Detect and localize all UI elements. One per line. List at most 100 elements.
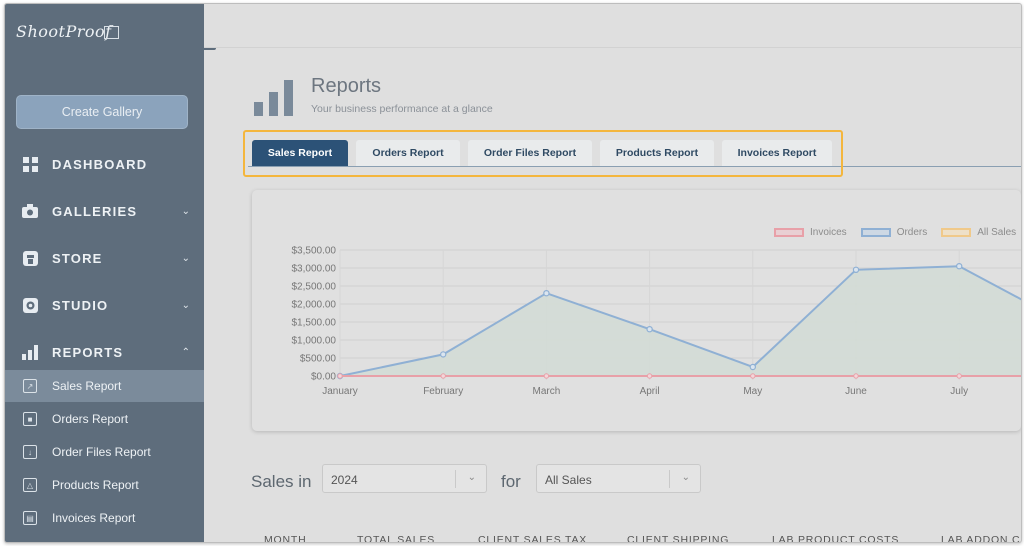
x-tick-label: March	[533, 386, 561, 397]
tabs-divider	[248, 166, 1021, 167]
y-tick-label: $500.00	[300, 354, 337, 365]
invoices-point	[646, 373, 653, 379]
nav-label-studio: STUDIO	[52, 297, 109, 313]
legend-label-orders: Orders	[896, 227, 928, 238]
reports-header-icon	[254, 80, 296, 121]
chevron-down-icon: ⌄	[181, 205, 190, 217]
sidebar-item-sales-report[interactable]: ↗ Sales Report	[5, 370, 204, 402]
nav-item-galleries[interactable]: GALLERIES ⌄	[5, 195, 204, 227]
sidebar-item-label: Sales Report	[52, 379, 122, 393]
chevron-up-icon: ⌃	[181, 346, 190, 358]
y-tick-label: $3,000.00	[292, 264, 337, 275]
fullscreen-icon[interactable]	[104, 26, 119, 39]
brand-logo[interactable]: ShootProof	[16, 22, 112, 41]
table-header-month[interactable]: MONTH	[264, 534, 307, 542]
sidebar-item-label: Products Report	[52, 478, 139, 492]
sidebar-item-label: Orders Report	[52, 412, 129, 426]
y-tick-label: $3,500.00	[292, 246, 337, 257]
nav-label-dashboard: DASHBOARD	[52, 156, 148, 172]
tab-sales-report[interactable]: Sales Report	[252, 140, 348, 166]
orders-point	[749, 363, 757, 371]
x-tick-label: January	[322, 386, 358, 397]
products-icon: △	[23, 478, 37, 492]
year-select[interactable]: 2024 ⌄	[322, 464, 487, 493]
orders-point	[646, 325, 653, 333]
x-tick-label: May	[743, 386, 762, 397]
nav-item-dashboard[interactable]: DASHBOARD	[5, 148, 204, 180]
cart-icon: ■	[23, 412, 37, 426]
y-tick-label: $1,000.00	[292, 336, 337, 347]
chart-legend: Invoices Orders All Sales	[774, 227, 1016, 238]
legend-swatch-orders[interactable]	[860, 228, 891, 237]
download-icon: ↓	[23, 445, 37, 459]
sidebar-item-orders-report[interactable]: ■ Orders Report	[5, 403, 204, 435]
dashboard-icon	[22, 156, 38, 172]
sidebar-item-invoices-report[interactable]: ▤ Invoices Report	[5, 502, 204, 534]
select-divider	[669, 470, 670, 488]
orders-point	[852, 266, 860, 273]
legend-swatch-all-sales[interactable]	[941, 228, 972, 237]
table-header-total-sales[interactable]: TOTAL SALES	[357, 534, 435, 542]
invoices-point	[543, 373, 550, 379]
tab-order-files-report[interactable]: Order Files Report	[468, 140, 592, 166]
page-title: Reports	[311, 75, 382, 97]
app-window: ShootProof Create Gallery DASHBOARD GALL…	[4, 3, 1022, 543]
sidebar-item-order-files-report[interactable]: ↓ Order Files Report	[5, 436, 204, 468]
chevron-down-icon: ⌄	[467, 472, 476, 483]
orders-point	[439, 351, 447, 358]
legend-label-all-sales: All Sales	[977, 227, 1017, 238]
create-gallery-button[interactable]: Create Gallery	[16, 95, 188, 129]
nav-label-reports: REPORTS	[52, 344, 124, 360]
table-header-client-shipping[interactable]: CLIENT SHIPPING	[627, 534, 729, 542]
for-label: for	[501, 472, 521, 491]
page-subtitle: Your business performance at a glance	[311, 103, 493, 115]
camera-icon	[22, 203, 38, 219]
x-tick-label: June	[845, 386, 867, 397]
x-tick-label: April	[640, 386, 660, 397]
sidebar-item-label: Invoices Report	[52, 511, 136, 525]
sales-in-label: Sales in	[251, 472, 312, 491]
sidebar-item-label: Order Files Report	[52, 445, 151, 459]
chevron-down-icon: ⌄	[681, 472, 690, 483]
invoices-point	[337, 373, 343, 379]
sales-type-select-value: All Sales	[545, 473, 592, 487]
invoices-point	[853, 373, 859, 379]
invoice-icon: ▤	[23, 511, 37, 525]
sales-chart: $0.00 $500.00 $1,000.00 $1,500.00 $2,000.00 $…	[292, 246, 1021, 397]
x-tick-label: February	[423, 386, 463, 397]
tab-invoices-report[interactable]: Invoices Report	[722, 140, 832, 166]
invoices-point	[440, 373, 446, 379]
sales-type-select[interactable]: All Sales ⌄	[536, 464, 701, 493]
invoices-point	[956, 373, 962, 379]
orders-point	[543, 290, 550, 297]
nav-item-store[interactable]: STORE ⌄	[5, 242, 204, 274]
studio-icon	[22, 297, 38, 313]
x-tick-label: July	[950, 386, 968, 397]
table-header-lab-addon[interactable]: LAB ADDON C	[941, 534, 1020, 542]
chevron-down-icon: ⌄	[181, 299, 190, 311]
top-bar	[204, 4, 1021, 48]
table-header-lab-product-costs[interactable]: LAB PRODUCT COSTS	[772, 534, 899, 542]
legend-swatch-invoices[interactable]	[774, 228, 804, 237]
select-divider	[455, 470, 456, 488]
year-select-value: 2024	[331, 473, 358, 487]
y-tick-label: $0.00	[311, 372, 336, 383]
bar-chart-icon	[22, 344, 38, 360]
nav-label-galleries: GALLERIES	[52, 203, 138, 219]
sidebar: ShootProof Create Gallery DASHBOARD GALL…	[5, 4, 204, 542]
tab-orders-report[interactable]: Orders Report	[356, 140, 460, 166]
nav-item-reports[interactable]: REPORTS ⌃	[5, 336, 204, 368]
sidebar-item-products-report[interactable]: △ Products Report	[5, 469, 204, 501]
y-tick-label: $1,500.00	[292, 318, 337, 329]
table-header-client-sales-tax[interactable]: CLIENT SALES TAX	[478, 534, 587, 542]
orders-point	[956, 263, 963, 270]
nav-item-studio[interactable]: STUDIO ⌄	[5, 289, 204, 321]
main-content: Reports Your business performance at a g…	[204, 4, 1021, 542]
nav-label-store: STORE	[52, 250, 103, 266]
store-icon	[22, 250, 38, 266]
tab-products-report[interactable]: Products Report	[600, 140, 714, 166]
trend-icon: ↗	[23, 379, 37, 393]
y-tick-label: $2,500.00	[292, 282, 337, 293]
chevron-down-icon: ⌄	[181, 252, 190, 264]
y-tick-label: $2,000.00	[292, 300, 337, 311]
